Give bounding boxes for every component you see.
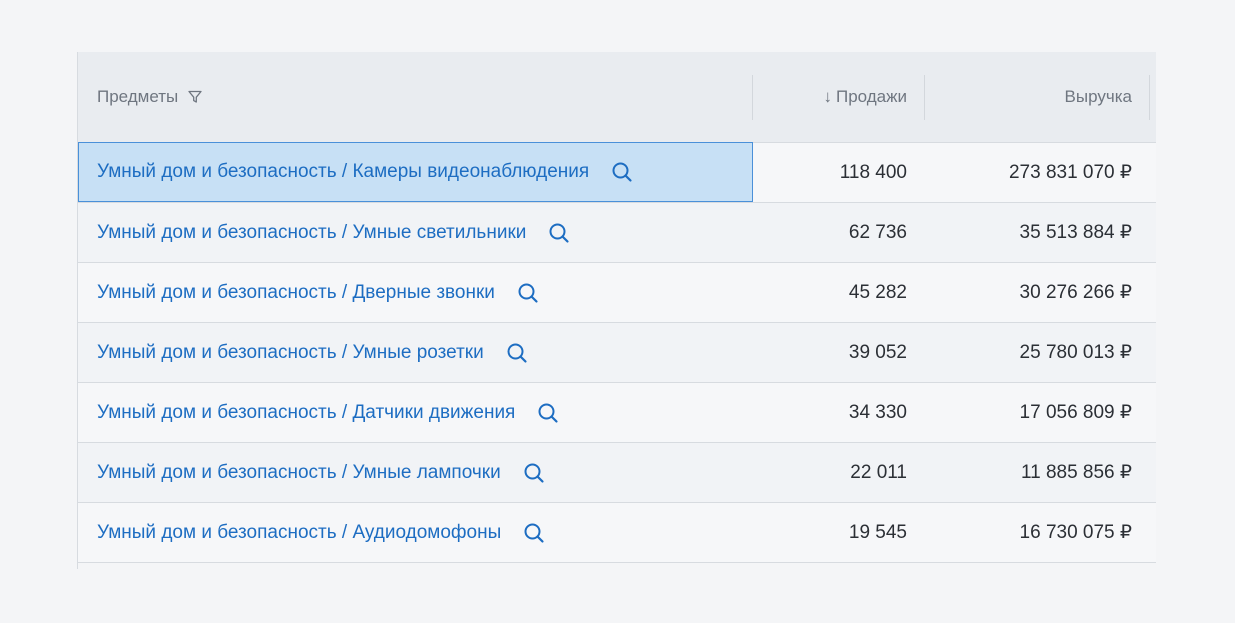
subject-cell[interactable]: Умный дом и безопасность / Аудиодомофоны	[78, 503, 753, 562]
column-divider[interactable]	[1149, 75, 1150, 120]
subject-cell[interactable]: Умный дом и безопасность / Умные лампочк…	[78, 443, 753, 502]
revenue-cell: 35 513 884 ₽	[1019, 222, 1132, 243]
search-icon[interactable]	[517, 282, 539, 304]
column-header-subject-label: Предметы	[97, 87, 179, 106]
search-icon[interactable]	[506, 342, 528, 364]
sales-cell: 19 545	[848, 521, 907, 543]
revenue-cell: 25 780 013 ₽	[1019, 342, 1132, 363]
sales-cell: 22 011	[850, 461, 907, 483]
revenue-cell: 30 276 266 ₽	[1019, 282, 1132, 303]
column-divider[interactable]	[752, 75, 753, 120]
table-row[interactable]: Умный дом и безопасность / Умные розетки…	[78, 323, 1156, 383]
search-icon[interactable]	[537, 402, 559, 424]
subject-link[interactable]: Умный дом и безопасность / Умные светиль…	[97, 222, 526, 244]
table-row[interactable]: Умный дом и безопасность / Аудиодомофоны…	[78, 503, 1156, 563]
search-icon[interactable]	[523, 462, 545, 484]
column-header-revenue[interactable]: Выручка	[1065, 52, 1132, 142]
table-header: Предметы ↓ Продажи Выручка	[78, 52, 1156, 143]
subject-cell[interactable]: Умный дом и безопасность / Датчики движе…	[78, 383, 753, 442]
subject-link[interactable]: Умный дом и безопасность / Камеры видеон…	[97, 161, 589, 183]
subject-cell[interactable]: Умный дом и безопасность / Умные светиль…	[78, 203, 753, 262]
subject-link[interactable]: Умный дом и безопасность / Умные розетки	[97, 342, 484, 364]
sales-cell: 62 736	[848, 221, 907, 243]
table-row[interactable]: Умный дом и безопасность / Датчики движе…	[78, 383, 1156, 443]
column-divider[interactable]	[924, 75, 925, 120]
data-table: Предметы ↓ Продажи Выручка Умный дом и б…	[77, 52, 1156, 569]
sales-cell: 39 052	[848, 341, 907, 363]
subject-link[interactable]: Умный дом и безопасность / Датчики движе…	[97, 402, 515, 424]
table-row[interactable]: Умный дом и безопасность / Дверные звонк…	[78, 263, 1156, 323]
subject-link[interactable]: Умный дом и безопасность / Умные лампочк…	[97, 462, 501, 484]
subject-link[interactable]: Умный дом и безопасность / Аудиодомофоны	[97, 522, 501, 544]
revenue-cell: 273 831 070 ₽	[1008, 162, 1132, 183]
column-header-sales-label: Продажи	[836, 87, 907, 106]
search-icon[interactable]	[548, 222, 570, 244]
table-row[interactable]: Умный дом и безопасность / Умные светиль…	[78, 203, 1156, 263]
revenue-cell: 16 730 075 ₽	[1019, 522, 1132, 543]
table-row[interactable]: Умный дом и безопасность / Умные лампочк…	[78, 443, 1156, 503]
filter-icon[interactable]	[188, 90, 202, 104]
subject-cell[interactable]: Умный дом и безопасность / Камеры видеон…	[78, 142, 753, 202]
column-header-sales[interactable]: ↓ Продажи	[824, 52, 908, 142]
table-body: Умный дом и безопасность / Камеры видеон…	[78, 142, 1156, 563]
sales-cell: 118 400	[839, 161, 907, 183]
sales-cell: 45 282	[848, 281, 907, 303]
sort-arrow-icon: ↓	[823, 87, 833, 106]
column-header-revenue-label: Выручка	[1064, 87, 1132, 106]
subject-link[interactable]: Умный дом и безопасность / Дверные звонк…	[97, 282, 495, 304]
revenue-cell: 17 056 809 ₽	[1019, 402, 1132, 423]
search-icon[interactable]	[611, 161, 633, 183]
table-row[interactable]: Умный дом и безопасность / Камеры видеон…	[78, 142, 1156, 203]
revenue-cell: 11 885 856 ₽	[1020, 462, 1132, 483]
subject-cell[interactable]: Умный дом и безопасность / Дверные звонк…	[78, 263, 753, 322]
column-header-subject[interactable]: Предметы	[97, 52, 202, 142]
subject-cell[interactable]: Умный дом и безопасность / Умные розетки	[78, 323, 753, 382]
sales-cell: 34 330	[848, 401, 907, 423]
search-icon[interactable]	[523, 522, 545, 544]
